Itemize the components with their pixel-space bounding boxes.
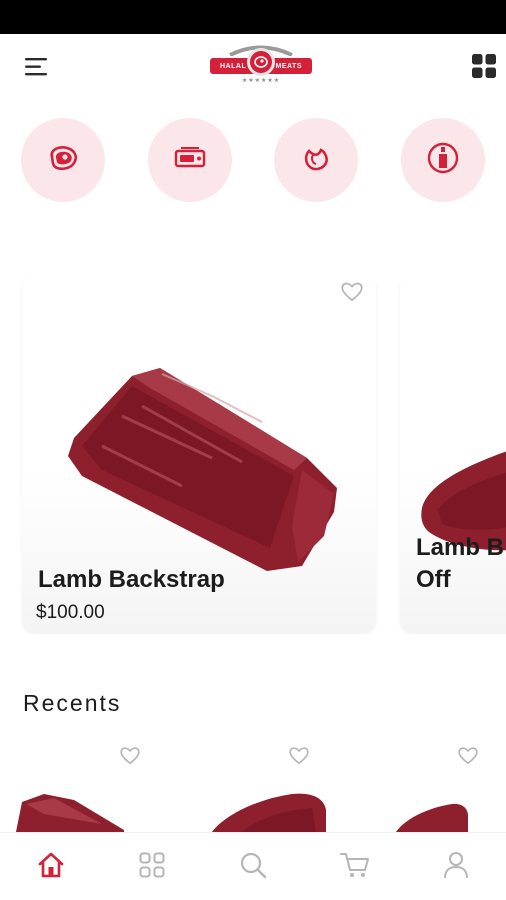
cart-icon bbox=[339, 850, 371, 885]
featured-product-card[interactable]: Lamb Backstrap $100.00 bbox=[22, 274, 376, 634]
nav-search[interactable] bbox=[237, 851, 269, 883]
heart-icon[interactable] bbox=[457, 745, 479, 765]
recent-product-card[interactable] bbox=[340, 740, 506, 832]
logo-text-right: MEATS bbox=[275, 62, 302, 70]
category-poultry[interactable] bbox=[274, 118, 358, 202]
recent-product-card[interactable] bbox=[170, 740, 330, 832]
logo-text-left: HALAL bbox=[220, 62, 247, 70]
logo-stars: ★★★★★★ bbox=[241, 78, 281, 84]
search-icon bbox=[238, 850, 268, 885]
category-bottle[interactable] bbox=[401, 118, 485, 202]
product-price: $100.00 bbox=[36, 602, 105, 623]
recent-product-card[interactable] bbox=[0, 740, 160, 832]
heart-icon[interactable] bbox=[288, 745, 310, 765]
nav-cart[interactable] bbox=[339, 851, 371, 883]
featured-product-card[interactable]: Lamb B Off bbox=[400, 274, 506, 634]
heart-icon[interactable] bbox=[119, 745, 141, 765]
grid-view-icon[interactable] bbox=[470, 52, 498, 80]
product-image bbox=[14, 790, 134, 832]
product-image bbox=[62, 366, 342, 576]
category-steak[interactable] bbox=[21, 118, 105, 202]
bottle-icon bbox=[426, 141, 460, 180]
logo-steak-badge bbox=[247, 48, 275, 76]
categories-icon bbox=[138, 851, 166, 884]
recents-list[interactable] bbox=[0, 740, 506, 832]
nav-profile[interactable] bbox=[440, 851, 472, 883]
product-title-line-1: Lamb B bbox=[416, 534, 505, 561]
nav-home[interactable] bbox=[35, 851, 67, 883]
product-title-line-2: Off bbox=[416, 566, 451, 593]
nav-categories[interactable] bbox=[136, 851, 168, 883]
recents-heading: Recents bbox=[23, 690, 122, 716]
halal-meats-logo: HALAL MEATS ★★★★★★ bbox=[206, 44, 316, 90]
bottom-navigation bbox=[0, 832, 506, 900]
poultry-icon bbox=[301, 143, 331, 178]
status-bar bbox=[0, 0, 506, 34]
category-list bbox=[0, 118, 506, 202]
meat-tray-icon bbox=[173, 146, 207, 175]
product-title: Lamb Backstrap bbox=[38, 566, 225, 593]
profile-icon bbox=[442, 850, 470, 885]
steak-icon bbox=[46, 143, 80, 178]
heart-icon[interactable] bbox=[340, 280, 364, 302]
app-header: HALAL MEATS ★★★★★★ bbox=[0, 34, 506, 100]
product-image bbox=[212, 790, 328, 832]
product-image bbox=[396, 802, 470, 832]
category-meat-tray[interactable] bbox=[148, 118, 232, 202]
featured-carousel[interactable]: Lamb Backstrap $100.00 Lamb B Off bbox=[0, 274, 506, 634]
hamburger-menu-icon[interactable] bbox=[22, 54, 50, 80]
home-icon bbox=[36, 850, 66, 885]
